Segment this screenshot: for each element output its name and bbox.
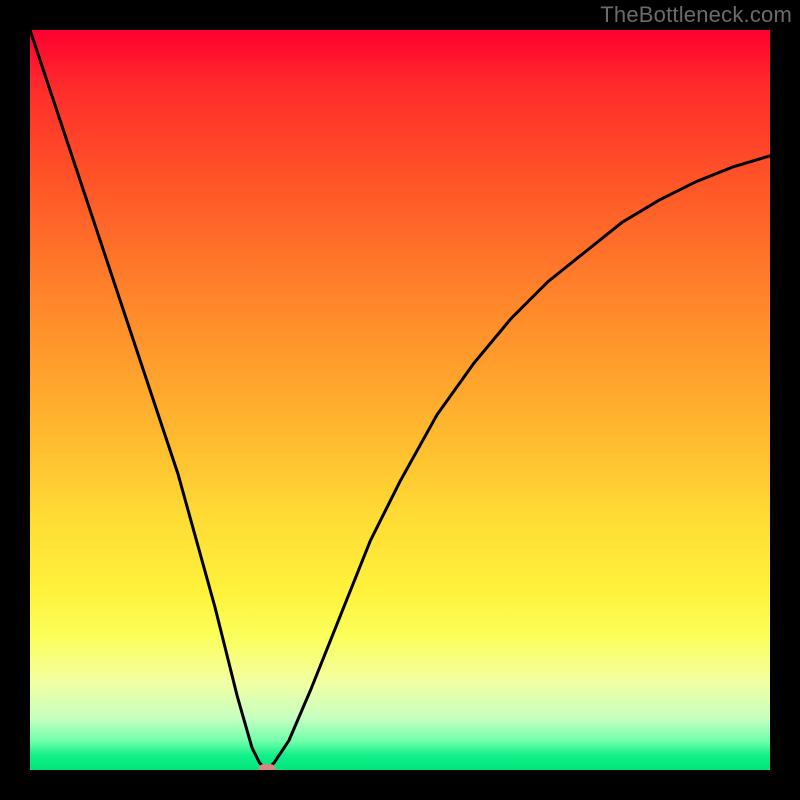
bottleneck-curve [30, 30, 770, 770]
optimum-marker [258, 764, 276, 770]
chart-plot-area [30, 30, 770, 770]
watermark-text: TheBottleneck.com [600, 2, 792, 28]
curve-path [30, 30, 770, 770]
